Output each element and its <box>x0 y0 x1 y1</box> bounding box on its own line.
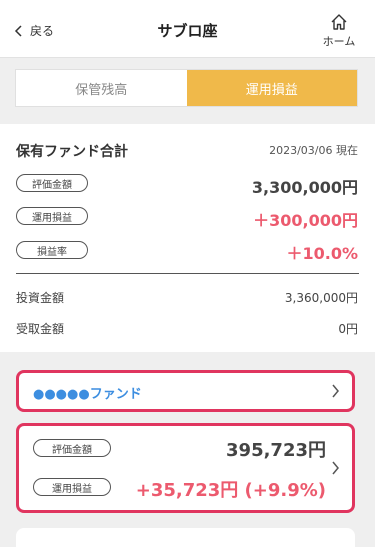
tab-holdings[interactable]: 保管残高 <box>16 70 187 106</box>
home-icon <box>331 14 347 30</box>
received-value: 0円 <box>338 322 358 336</box>
fund-profit-pill: 運用損益 <box>33 478 111 496</box>
summary-date: 2023/03/06 現在 <box>269 144 358 157</box>
next-card-edge <box>16 528 355 547</box>
holdings-summary: 保有ファンド合計 2023/03/06 現在 評価金額 3,300,000円 運… <box>0 124 375 352</box>
fund-detail-card[interactable]: 評価金額 395,723円 運用損益 +35,723円 (+9.9%) <box>16 423 355 513</box>
rate-pill: 損益率 <box>16 241 88 259</box>
invest-value: 3,360,000円 <box>284 291 358 305</box>
summary-title: 保有ファンド合計 <box>16 144 128 160</box>
fund-profit-value: +35,723円 (+9.9%) <box>135 480 326 501</box>
fund-valuation-pill: 評価金額 <box>33 439 111 457</box>
profit-pill: 運用損益 <box>16 207 88 225</box>
fund-name: ●●●●●ファンド <box>33 387 142 402</box>
tab-bar: 保管残高 運用損益 <box>15 69 358 107</box>
rate-value: ＋10.0% <box>286 244 358 263</box>
chevron-right-icon <box>332 384 339 398</box>
received-label: 受取金額 <box>16 322 65 336</box>
home-label: ホーム <box>322 35 356 48</box>
profit-value: ＋300,000円 <box>253 211 358 230</box>
fund-name-card[interactable]: ●●●●●ファンド <box>16 370 355 412</box>
tab-profit[interactable]: 運用損益 <box>186 70 357 106</box>
valuation-pill: 評価金額 <box>16 174 88 192</box>
fund-valuation-value: 395,723円 <box>226 440 326 461</box>
invest-label: 投資金額 <box>16 291 65 305</box>
app-header: 戻る サブロ座 ホーム <box>0 0 375 58</box>
divider <box>16 273 359 274</box>
home-button[interactable]: ホーム <box>319 13 359 49</box>
valuation-value: 3,300,000円 <box>251 178 358 197</box>
chevron-right-icon <box>332 461 339 475</box>
